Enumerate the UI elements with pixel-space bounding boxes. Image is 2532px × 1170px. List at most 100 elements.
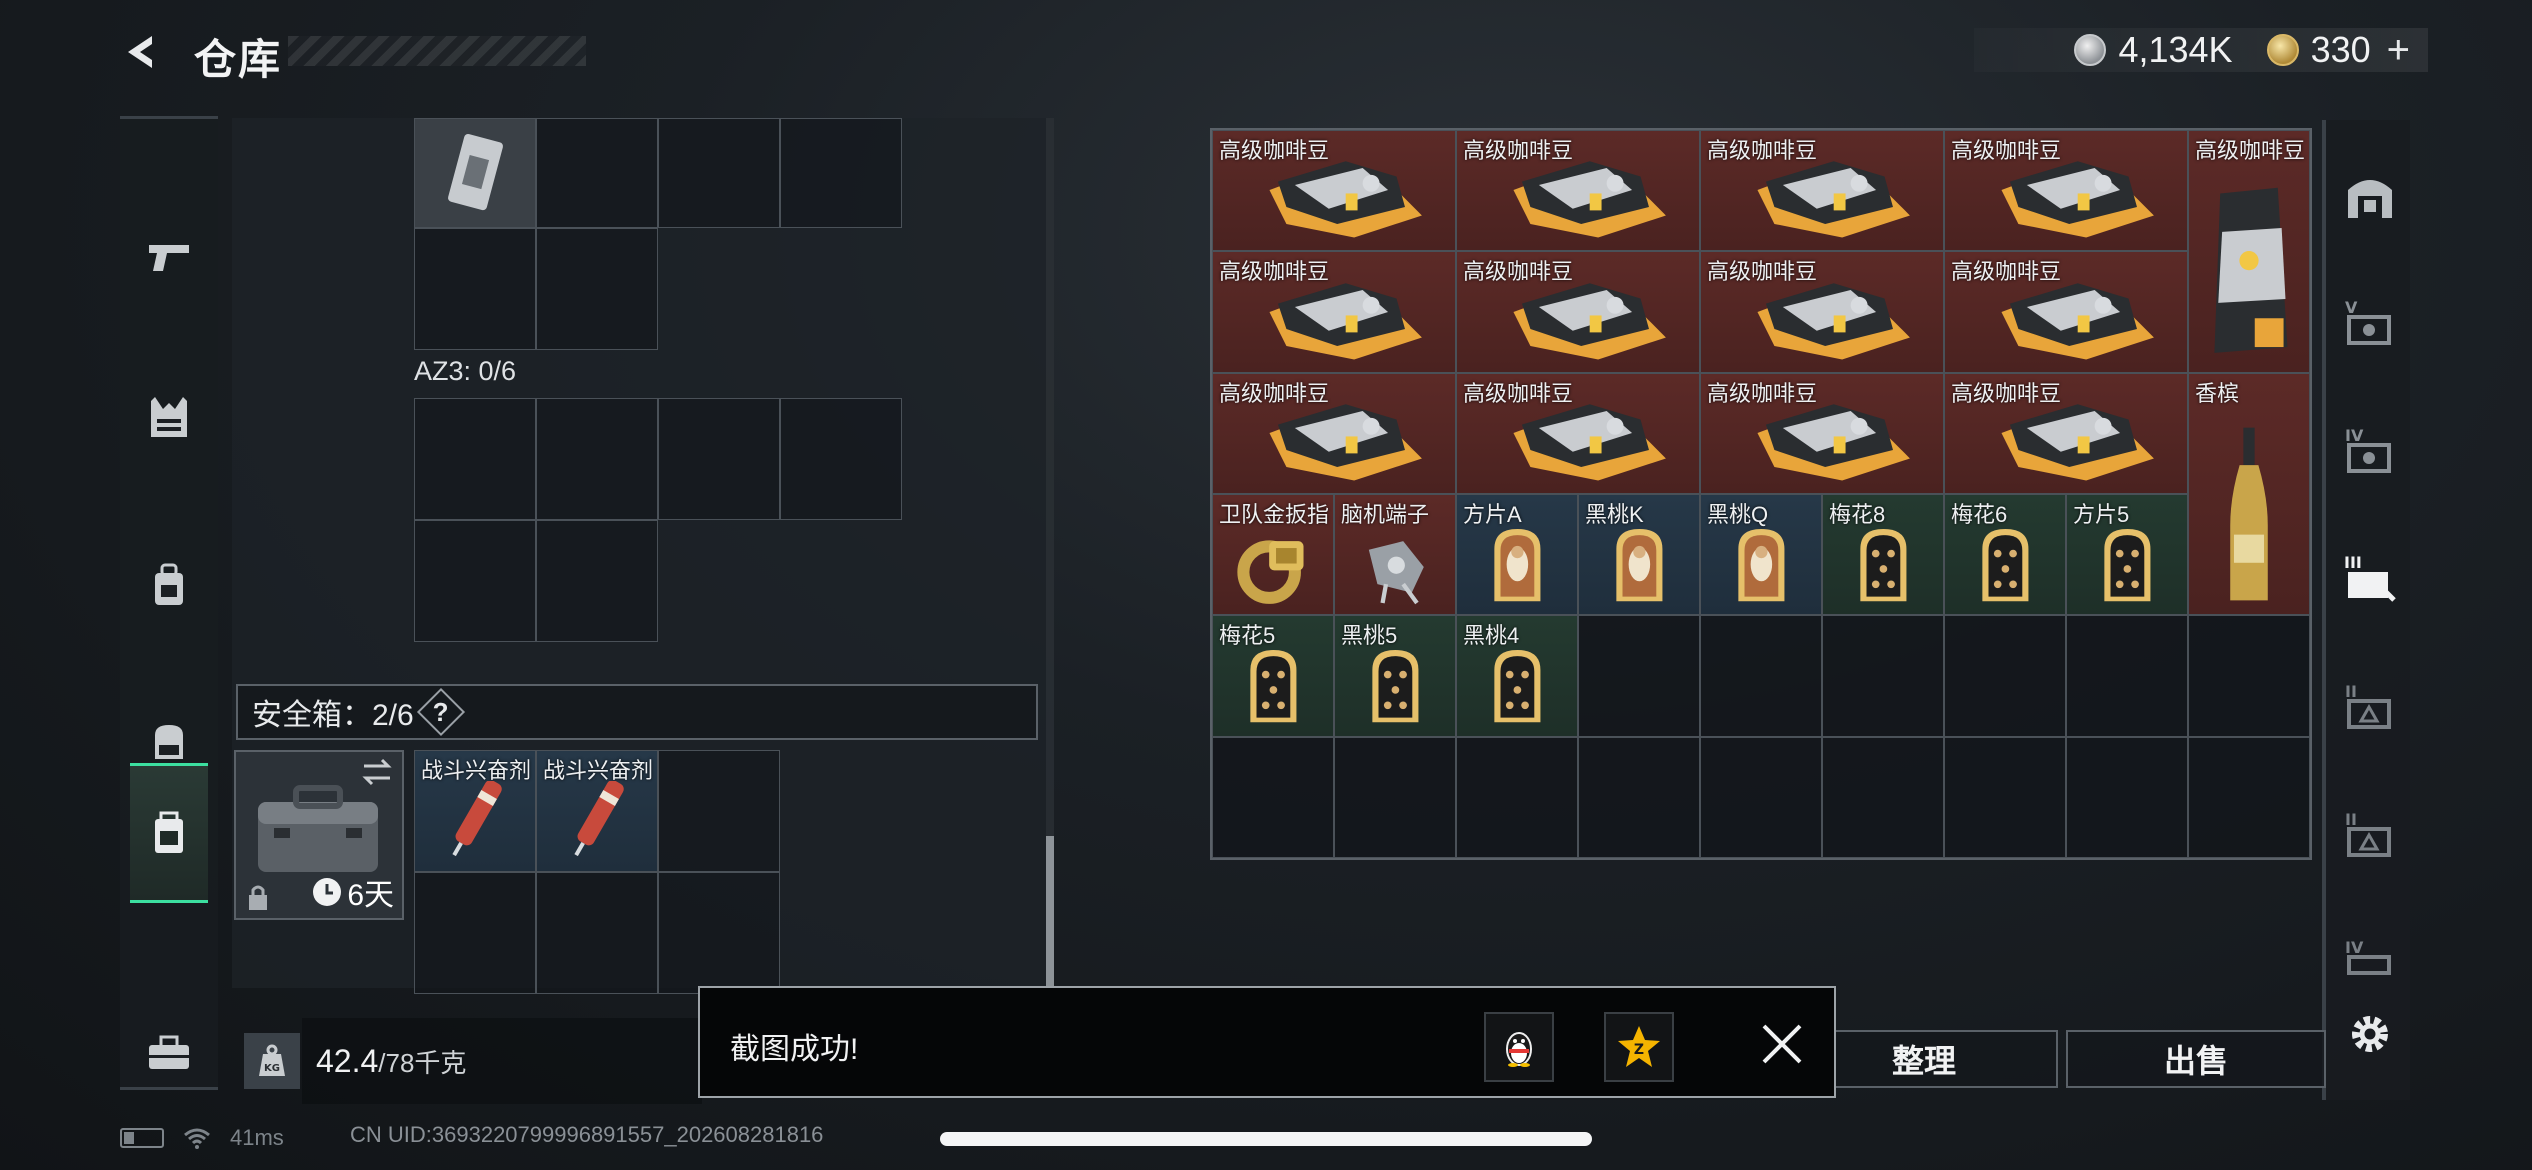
- grid-cell[interactable]: [1212, 736, 1334, 858]
- storage-item[interactable]: 梅花5: [1212, 615, 1334, 737]
- weight-indicator: KG 42.4/78千克: [234, 1018, 714, 1104]
- item-name: 高级咖啡豆: [1219, 138, 1330, 163]
- storage-item[interactable]: 高级咖啡豆: [1944, 130, 2188, 252]
- storage-item[interactable]: 卫队金扳指: [1212, 494, 1334, 616]
- storage-item[interactable]: 黑桃4: [1456, 615, 1578, 737]
- storage-item[interactable]: 高级咖啡豆: [1456, 130, 1700, 252]
- grid-cell[interactable]: [2188, 615, 2310, 737]
- grid-cell[interactable]: [536, 872, 658, 994]
- storage-item[interactable]: 高级咖啡豆: [1944, 372, 2188, 494]
- home-indicator[interactable]: [940, 1132, 1592, 1146]
- grid-cell[interactable]: [2066, 736, 2188, 858]
- az3-capacity-label: AZ3: 0/6: [414, 356, 517, 386]
- storage-item[interactable]: 黑桃Q: [1700, 494, 1822, 616]
- help-button[interactable]: ?: [416, 687, 465, 737]
- grid-cell[interactable]: [536, 398, 658, 520]
- grid-cell[interactable]: [2188, 736, 2310, 858]
- grid-cell[interactable]: [2066, 615, 2188, 737]
- grid-cell[interactable]: [414, 872, 536, 994]
- grid-cell[interactable]: [414, 398, 536, 520]
- svg-text:IV: IV: [2345, 426, 2364, 445]
- storage-item[interactable]: 高级咖啡豆: [1212, 372, 1456, 494]
- grid-cell[interactable]: [780, 398, 902, 520]
- coffee-icon: [1513, 283, 1667, 360]
- storage-item[interactable]: 黑桃K: [1578, 494, 1700, 616]
- storage-page-ii[interactable]: II: [2340, 678, 2400, 738]
- grid-cell[interactable]: [536, 520, 658, 642]
- card-icon: [1859, 528, 1907, 602]
- grid-cell[interactable]: [1822, 736, 1944, 858]
- coffee-icon: [2001, 161, 2155, 238]
- back-button[interactable]: [118, 28, 166, 76]
- storage-iv-b-icon: IV: [2345, 938, 2391, 975]
- safe-item-stimulant[interactable]: 战斗兴奋剂: [414, 750, 536, 872]
- lock-icon: [249, 885, 267, 910]
- grid-cell[interactable]: [1334, 736, 1456, 858]
- storage-item[interactable]: 香槟: [2188, 372, 2310, 616]
- card-icon: [1371, 650, 1419, 723]
- storage-item[interactable]: 高级咖啡豆: [1456, 372, 1700, 494]
- item-name: 梅花5: [1219, 623, 1276, 649]
- settings-button[interactable]: [2340, 1004, 2400, 1064]
- storage-item[interactable]: 梅花6: [1944, 494, 2066, 616]
- storage-item[interactable]: 高级咖啡豆: [1944, 251, 2188, 373]
- storage-item[interactable]: 黑桃5: [1334, 615, 1456, 737]
- champagne-icon: [2230, 427, 2268, 601]
- storage-page-v[interactable]: V: [2340, 294, 2400, 354]
- coffee-icon: [1757, 161, 1911, 238]
- grid-cell[interactable]: [658, 750, 780, 872]
- storage-item[interactable]: 梅花8: [1822, 494, 1944, 616]
- storage-item[interactable]: 方片A: [1456, 494, 1578, 616]
- grid-cell[interactable]: [1456, 736, 1578, 858]
- storage-item[interactable]: 高级咖啡豆: [2188, 130, 2310, 373]
- scrollbar-thumb[interactable]: [1046, 836, 1054, 986]
- grid-cell[interactable]: [1578, 615, 1700, 737]
- grid-cell[interactable]: [1944, 615, 2066, 737]
- sell-button[interactable]: 出售: [2066, 1030, 2326, 1088]
- grid-cell[interactable]: [414, 228, 536, 350]
- category-pistol[interactable]: [120, 187, 218, 327]
- storage-item[interactable]: 高级咖啡豆: [1700, 251, 1944, 373]
- bag-icon: [155, 725, 183, 759]
- storage-item[interactable]: 脑机端子: [1334, 494, 1456, 616]
- category-armor[interactable]: [120, 347, 218, 487]
- grid-cell[interactable]: [1822, 615, 1944, 737]
- grid-cell[interactable]: [658, 872, 780, 994]
- swap-icon[interactable]: [360, 758, 394, 786]
- storage-page-iv[interactable]: IV: [2340, 422, 2400, 482]
- storage-page-iii[interactable]: III: [2340, 550, 2400, 610]
- safe-box-item[interactable]: 6天: [234, 750, 404, 920]
- coffee-icon: [1269, 283, 1423, 360]
- storage-item[interactable]: 高级咖啡豆: [1212, 130, 1456, 252]
- grid-cell[interactable]: [1700, 736, 1822, 858]
- grid-cell[interactable]: [1944, 736, 2066, 858]
- storage-item[interactable]: 高级咖啡豆: [1212, 251, 1456, 373]
- share-qzone-button[interactable]: Z: [1604, 1012, 1674, 1082]
- storage-item[interactable]: 高级咖啡豆: [1700, 130, 1944, 252]
- grid-cell[interactable]: [658, 398, 780, 520]
- storage-page-ii-b[interactable]: II: [2340, 806, 2400, 866]
- battery-icon: [120, 1128, 164, 1148]
- item-name: 脑机端子: [1341, 502, 1430, 527]
- grid-cell[interactable]: [414, 520, 536, 642]
- category-backpack[interactable]: [120, 515, 218, 655]
- storage-page-main[interactable]: [2340, 166, 2400, 226]
- share-qq-button[interactable]: [1484, 1012, 1554, 1082]
- grid-cell[interactable]: [780, 118, 902, 228]
- storage-item[interactable]: 高级咖啡豆: [1700, 372, 1944, 494]
- grid-cell[interactable]: [536, 118, 658, 228]
- safe-item-stimulant[interactable]: 战斗兴奋剂: [536, 750, 658, 872]
- toast-close-button[interactable]: [1754, 1016, 1810, 1072]
- grid-cell[interactable]: [536, 228, 658, 350]
- category-safe-box[interactable]: [130, 763, 208, 903]
- safe-box-header: 安全箱：2/6 ?: [236, 684, 1038, 740]
- add-currency-button[interactable]: +: [2387, 28, 2410, 73]
- grid-cell[interactable]: [658, 118, 780, 228]
- category-toolbox[interactable]: [120, 983, 218, 1123]
- storage-item[interactable]: 高级咖啡豆: [1456, 251, 1700, 373]
- storage-page-iv-b[interactable]: IV: [2340, 934, 2400, 994]
- storage-item[interactable]: 方片5: [2066, 494, 2188, 616]
- container-item-slot[interactable]: [414, 118, 536, 228]
- grid-cell[interactable]: [1578, 736, 1700, 858]
- grid-cell[interactable]: [1700, 615, 1822, 737]
